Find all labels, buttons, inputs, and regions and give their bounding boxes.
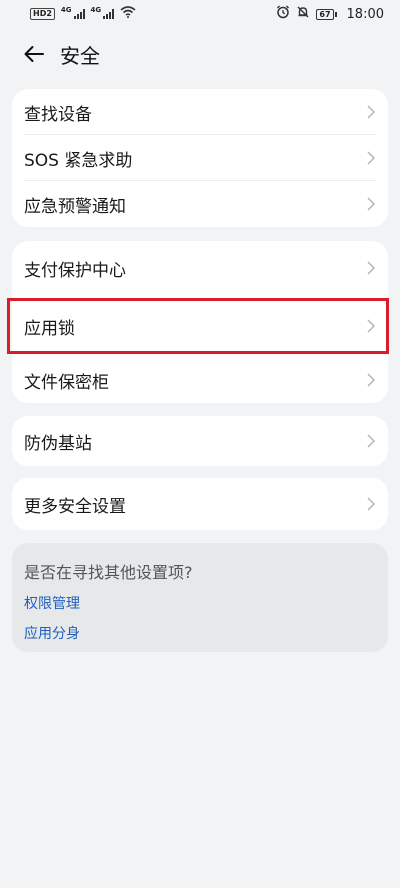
link-permission-management[interactable]: 权限管理: [24, 593, 376, 613]
signal-icon-2: [103, 9, 115, 19]
chevron-right-icon: [366, 433, 376, 449]
network-type-label-2: 4G: [90, 6, 102, 14]
hd-badge: HD2: [30, 8, 55, 20]
row-anti-fake-base-station[interactable]: 防伪基站: [12, 416, 388, 466]
status-time: 18:00: [346, 6, 384, 22]
status-right: 67 18:00: [276, 5, 384, 23]
settings-group-more: 更多安全设置: [12, 478, 388, 530]
settings-group-find: 查找设备 SOS 紧急求助 应急预警通知: [12, 89, 388, 227]
status-left: HD2 4G 4G: [30, 6, 136, 22]
row-app-lock[interactable]: 应用锁: [12, 295, 388, 357]
page-title: 安全: [60, 43, 100, 68]
settings-group-base-station: 防伪基站: [12, 416, 388, 466]
row-label: 防伪基站: [24, 433, 92, 454]
alarm-icon: [276, 5, 290, 23]
row-label: 查找设备: [24, 104, 92, 125]
suggestions-card: 是否在寻找其他设置项? 权限管理 应用分身: [12, 543, 388, 652]
network-type-label: 4G: [60, 6, 72, 14]
row-find-device[interactable]: 查找设备: [12, 89, 388, 135]
row-label: 支付保护中心: [24, 260, 126, 281]
row-sos[interactable]: SOS 紧急求助: [12, 135, 388, 181]
mute-bell-icon: [296, 5, 310, 23]
back-button[interactable]: [18, 38, 50, 70]
suggestions-title: 是否在寻找其他设置项?: [24, 563, 193, 582]
chevron-right-icon: [366, 104, 376, 120]
row-payment-protection[interactable]: 支付保护中心: [12, 241, 388, 295]
wifi-icon: [120, 6, 136, 22]
row-label: SOS 紧急求助: [24, 150, 133, 171]
signal-icon: [73, 9, 85, 19]
row-emergency-alert[interactable]: 应急预警通知: [12, 181, 388, 227]
row-label: 文件保密柜: [24, 372, 109, 393]
chevron-right-icon: [366, 150, 376, 166]
row-more-security-settings[interactable]: 更多安全设置: [12, 478, 388, 530]
row-label: 应用锁: [24, 318, 75, 339]
row-label: 应急预警通知: [24, 196, 126, 217]
settings-group-protection: 支付保护中心 应用锁 文件保密柜: [12, 241, 388, 403]
row-file-safe[interactable]: 文件保密柜: [12, 357, 388, 403]
row-label: 更多安全设置: [24, 496, 126, 517]
link-app-twin[interactable]: 应用分身: [24, 623, 376, 643]
header: 安全: [0, 30, 400, 78]
chevron-right-icon: [366, 372, 376, 388]
chevron-right-icon: [366, 260, 376, 276]
back-arrow-icon: [24, 46, 44, 62]
chevron-right-icon: [366, 496, 376, 512]
chevron-right-icon: [366, 196, 376, 212]
chevron-right-icon: [366, 318, 376, 334]
status-bar: HD2 4G 4G 67 18:00: [0, 0, 400, 28]
battery-icon: 67: [316, 8, 337, 20]
